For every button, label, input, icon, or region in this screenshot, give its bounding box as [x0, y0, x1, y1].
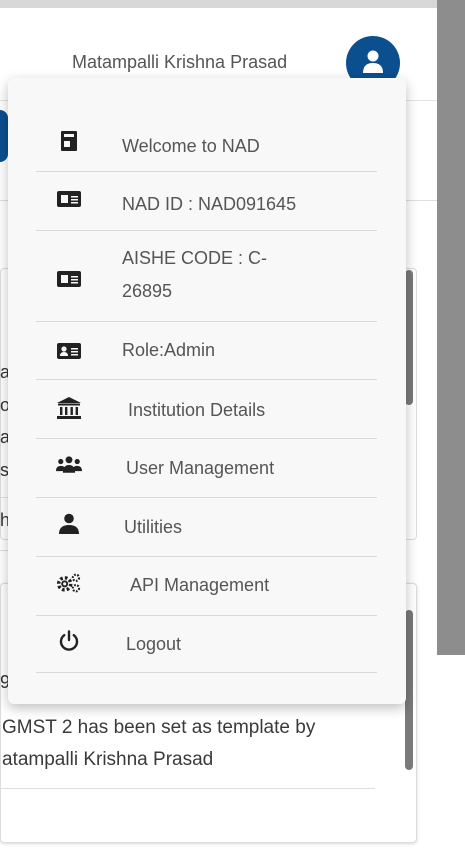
id-card-icon: [56, 270, 82, 288]
menu-item-utilities[interactable]: Utilities: [36, 509, 377, 549]
menu-item-label: 26895: [122, 281, 173, 301]
divider: [36, 171, 377, 172]
background-button-edge: [0, 110, 8, 162]
divider: [36, 672, 377, 673]
menu-item-label: Welcome to NAD: [122, 136, 260, 156]
document-icon: [56, 130, 82, 152]
user-icon: [363, 50, 383, 73]
menu-item-role[interactable]: Role:Admin: [36, 334, 377, 374]
power-icon: [56, 630, 82, 652]
divider: [36, 230, 377, 231]
divider: [36, 556, 377, 557]
menu-item-label: Utilities: [124, 517, 183, 537]
divider: [36, 379, 377, 380]
divider: [36, 497, 377, 498]
user-dropdown-menu: Welcome to NAD NAD ID : NAD091645 AISHE …: [8, 78, 406, 704]
menu-item-welcome[interactable]: Welcome to NAD: [36, 126, 377, 166]
menu-item-label: Institution Details: [128, 400, 266, 420]
cogs-icon: [56, 571, 82, 595]
top-border: [0, 0, 465, 60]
scrollbar[interactable]: [405, 270, 413, 405]
user-icon: [56, 513, 82, 535]
activity-text: GMST 2 has been set as template by atamp…: [2, 717, 316, 770]
overlay-side: [437, 0, 465, 850]
divider: [36, 615, 377, 616]
divider: [36, 321, 377, 322]
users-icon: [56, 454, 82, 476]
id-card-icon: [56, 190, 82, 208]
divider: [36, 438, 377, 439]
menu-item-nad-id[interactable]: NAD ID : NAD091645: [36, 184, 377, 224]
scrollbar[interactable]: [405, 610, 413, 770]
menu-item-label: NAD ID : NAD091645: [122, 194, 297, 214]
user-name[interactable]: Matampalli Krishna Prasad: [72, 52, 287, 73]
contact-card-icon: [56, 342, 82, 360]
institution-icon: [56, 396, 82, 420]
menu-item-aishe-code[interactable]: AISHE CODE : C- 26895: [36, 242, 377, 318]
menu-item-institution-details[interactable]: Institution Details: [36, 392, 377, 432]
menu-item-user-management[interactable]: User Management: [36, 450, 377, 490]
menu-item-label: AISHE CODE : C-: [122, 248, 268, 268]
menu-item-label: API Management: [130, 575, 270, 595]
menu-item-api-management[interactable]: API Management: [36, 567, 377, 607]
menu-item-label: Logout: [126, 634, 182, 654]
menu-item-label: Role:Admin: [122, 340, 216, 360]
menu-item-label: User Management: [126, 458, 275, 478]
menu-item-logout[interactable]: Logout: [36, 626, 377, 666]
